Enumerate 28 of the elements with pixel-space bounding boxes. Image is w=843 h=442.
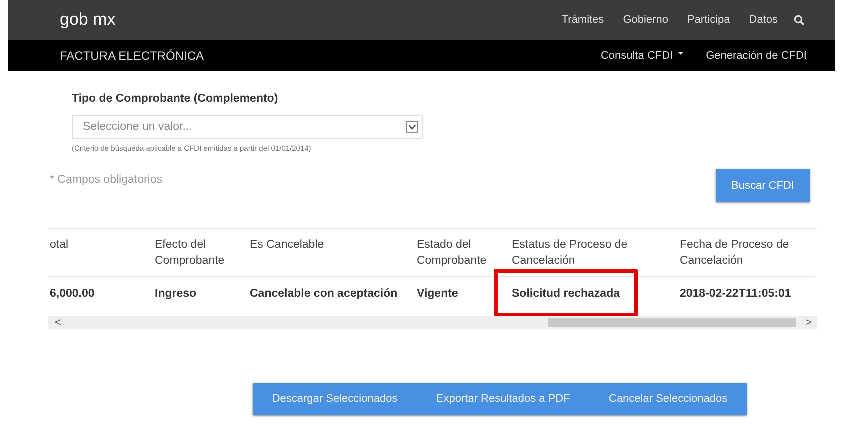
scrollbar-thumb[interactable] (548, 318, 796, 327)
nav-link[interactable]: Participa (687, 14, 730, 26)
required-note: * Campos obligatorios (50, 174, 163, 186)
table-cell-text: Ingreso (154, 287, 198, 302)
nav-link[interactable]: Generación de CFDI (706, 50, 807, 62)
table-cell-text: Cancelable con aceptación (249, 287, 399, 302)
column-header: Efecto del Comprobante (153, 229, 248, 277)
column-header: Es Cancelable (248, 229, 415, 277)
nav-link[interactable]: Trámites (562, 14, 604, 26)
select-field[interactable]: Seleccione un valor... (72, 115, 423, 139)
field-label: Tipo de Comprobante (Complemento) (72, 93, 280, 105)
search-icon[interactable] (794, 14, 805, 26)
scrollbar[interactable]: < > (48, 316, 817, 329)
table-cell-text: 2018-02-22T11:05:01 (679, 287, 792, 302)
logo[interactable]: gob mx (60, 10, 543, 30)
scroll-right-arrow[interactable]: > (806, 316, 817, 328)
table-cell-text: 6,000.00 (49, 287, 96, 302)
table-cell-text: Vigente (416, 287, 460, 302)
column-header: Fecha de Proceso de Cancelación (678, 229, 815, 277)
section-title: FACTURA ELECTRÓNICA (60, 48, 206, 62)
column-header: Estatus de Proceso de Cancelación (510, 229, 678, 277)
nav-link[interactable]: Consulta CFDI (600, 50, 684, 62)
nav-link[interactable]: Gobierno (623, 14, 668, 26)
scroll-left-arrow[interactable]: < (48, 316, 806, 328)
column-header: otal (48, 229, 153, 277)
nav-link[interactable]: Datos (749, 14, 778, 26)
column-header: Estado del Comprobante (415, 229, 510, 277)
dropdown-icon (406, 121, 418, 133)
